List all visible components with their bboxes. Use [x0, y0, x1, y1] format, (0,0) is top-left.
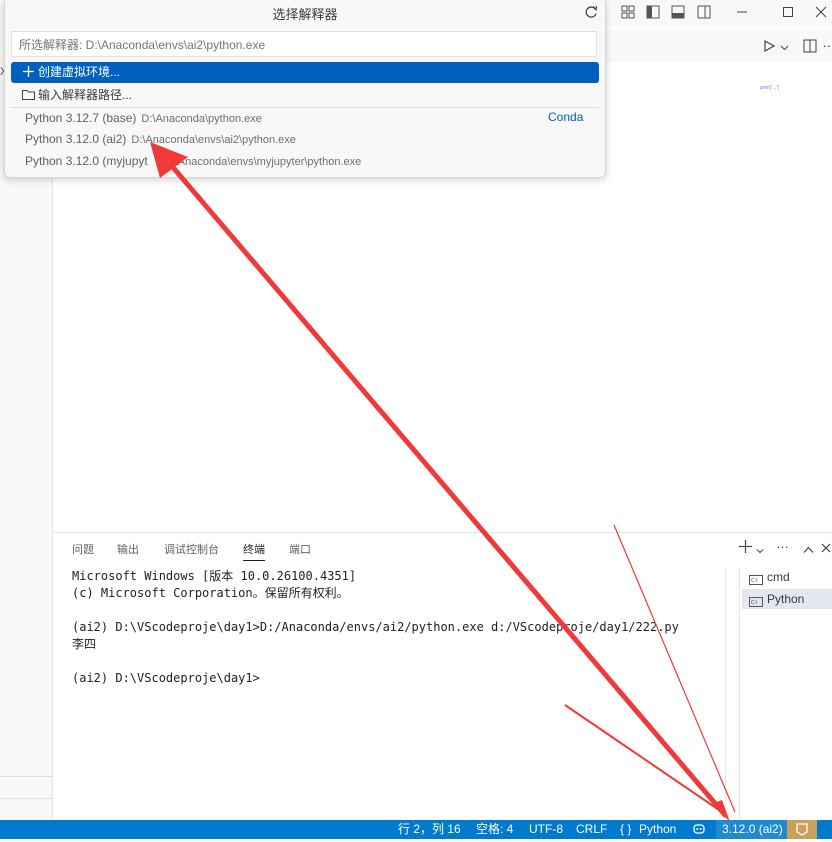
terminal-icon: C:\	[749, 575, 763, 585]
plus-icon	[21, 62, 35, 83]
terminal-output[interactable]: Microsoft Windows [版本 10.0.26100.4351] (c…	[72, 568, 679, 687]
tab-output[interactable]: 输出	[117, 541, 139, 557]
feedback-icon[interactable]	[787, 820, 817, 839]
quickpick-title: 选择解释器	[272, 7, 338, 22]
python-interpreter-status[interactable]: 3.12.0 (ai2)	[716, 820, 789, 839]
toggle-secondary-sidebar-icon[interactable]	[693, 3, 715, 21]
toggle-panel-icon[interactable]	[667, 3, 689, 21]
layout-customize-icon[interactable]	[617, 3, 639, 21]
select-interpreter-quickpick: 选择解释器 所选解释器: D:\Anaconda\envs\ai2\python…	[4, 0, 606, 178]
interpreter-path: D:\Anaconda\python.exe	[141, 113, 262, 125]
interpreter-option-myjupyter[interactable]: Python 3.12.0 (myjupyt D:\Anaconda\envs\m…	[25, 151, 361, 171]
language-mode[interactable]: Python	[639, 820, 676, 839]
maximize-icon[interactable]	[777, 3, 799, 21]
status-bar: 行 2，列 16 空格: 4 UTF-8 CRLF { } Python 3.1…	[0, 820, 832, 839]
interpreter-name: Python 3.12.0 (myjupyt	[25, 154, 148, 168]
create-venv-option[interactable]: 创建虚拟环境...	[11, 62, 599, 83]
tab-terminal[interactable]: 终端	[243, 541, 265, 561]
editor-toolbar: …	[600, 30, 832, 62]
run-python-file-icon[interactable]	[762, 39, 776, 56]
create-venv-label: 创建虚拟环境...	[38, 65, 121, 79]
interpreter-name: Python 3.12.7 (base)	[25, 111, 137, 125]
terminal-item-label: Python	[767, 592, 805, 606]
bottom-panel: 问题 输出 调试控制台 终端 端口 … Microsoft Windows [版…	[53, 532, 832, 821]
new-terminal-icon[interactable]	[739, 540, 752, 556]
sidebar-divider	[0, 776, 52, 777]
refresh-icon[interactable]	[583, 4, 599, 20]
tab-ports[interactable]: 端口	[289, 541, 311, 557]
terminal-line: (ai2) D:\VScodeproje\day1>	[72, 671, 260, 685]
terminal-dropdown-chevron-icon[interactable]	[756, 543, 764, 558]
panel-more-actions-icon[interactable]: …	[776, 536, 789, 551]
close-window-icon[interactable]	[810, 3, 832, 21]
close-panel-icon[interactable]	[821, 541, 831, 556]
interpreter-path: D:\Anaconda\envs\ai2\python.exe	[131, 134, 296, 146]
terminal-item-python[interactable]: C:\ Python	[742, 589, 832, 609]
terminal-item-cmd[interactable]: C:\ cmd	[742, 567, 832, 587]
terminal-line: (c) Microsoft Corporation。保留所有权利。	[72, 586, 349, 600]
terminal-item-label: cmd	[767, 570, 790, 584]
run-dropdown-chevron-icon[interactable]	[780, 41, 789, 55]
terminal-icon: C:\	[749, 597, 763, 607]
tab-problems[interactable]: 问题	[72, 541, 94, 557]
terminal-scrollbar[interactable]	[725, 567, 734, 817]
eol-status[interactable]: CRLF	[576, 820, 607, 839]
encoding-status[interactable]: UTF-8	[529, 820, 563, 839]
terminal-line: Microsoft Windows [版本 10.0.26100.4351]	[72, 569, 357, 583]
maximize-panel-chevron-icon[interactable]	[803, 542, 814, 557]
interpreter-name: Python 3.12.0 (ai2)	[25, 132, 127, 146]
more-actions-icon[interactable]: …	[822, 34, 832, 50]
copilot-icon[interactable]	[692, 822, 706, 841]
quickpick-input[interactable]: 所选解释器: D:\Anaconda\envs\ai2\python.exe	[11, 31, 597, 57]
terminal-line: (ai2) D:\VScodeproje\day1>D:/Anaconda/en…	[72, 620, 679, 634]
toggle-primary-sidebar-icon[interactable]	[642, 3, 664, 21]
enter-path-label: 输入解释器路径...	[38, 88, 133, 102]
enter-interpreter-path-option[interactable]: 输入解释器路径...	[11, 85, 599, 106]
minimap-text: print('...')	[760, 85, 780, 91]
language-braces-icon: { }	[620, 822, 632, 836]
interpreter-option-ai2[interactable]: Python 3.12.0 (ai2) D:\Anaconda\envs\ai2\…	[25, 129, 296, 149]
terminal-list: C:\ cmd C:\ Python	[739, 567, 832, 821]
interpreter-option-base[interactable]: Python 3.12.7 (base) D:\Anaconda\python.e…	[25, 108, 262, 128]
sidebar-divider	[0, 798, 52, 799]
indentation-status[interactable]: 空格: 4	[476, 820, 513, 839]
minimize-icon[interactable]	[731, 3, 753, 21]
cursor-position[interactable]: 行 2，列 16	[398, 820, 461, 839]
conda-group-label: Conda	[548, 110, 584, 124]
split-editor-icon[interactable]	[803, 39, 817, 56]
terminal-line: 李四	[72, 637, 97, 651]
interpreter-path: D:\Anaconda\envs\myjupyter\python.exe	[163, 156, 362, 168]
tab-debug-console[interactable]: 调试控制台	[164, 541, 219, 557]
folder-icon	[21, 85, 35, 106]
